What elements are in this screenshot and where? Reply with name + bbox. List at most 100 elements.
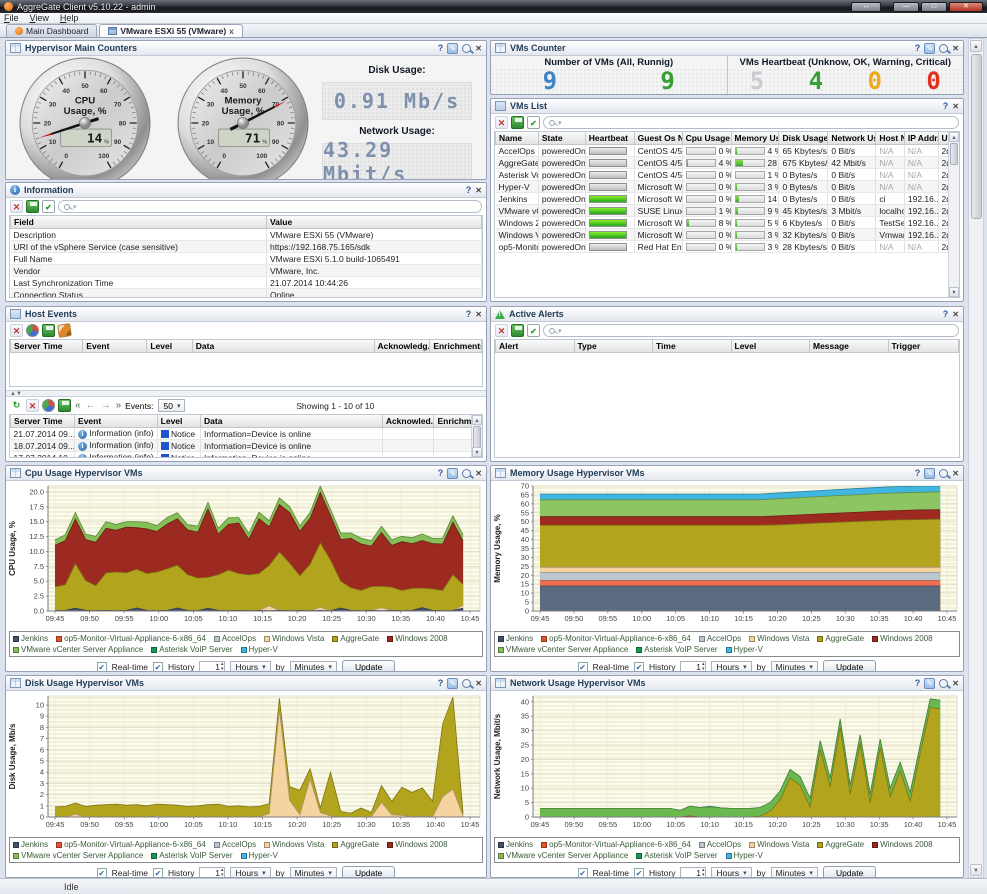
column-header[interactable]: Host Na... — [876, 132, 905, 145]
column-header[interactable]: Event — [83, 340, 147, 353]
menu-view[interactable]: View — [30, 13, 49, 23]
column-header[interactable]: Data — [192, 340, 374, 353]
minimize-button[interactable]: — — [893, 2, 919, 12]
save-icon[interactable] — [511, 116, 524, 129]
column-header[interactable]: Network Usa... — [828, 132, 876, 145]
column-header[interactable]: Event — [75, 415, 158, 428]
next-page-icon[interactable]: → — [100, 400, 112, 411]
tab-vmware-esxi[interactable]: VMware ESXi 55 (VMware) x — [99, 24, 242, 37]
subunit-select[interactable]: Minutes▾ — [290, 661, 337, 673]
chart-icon[interactable] — [42, 399, 55, 412]
column-header[interactable]: Heartbeat — [585, 132, 634, 145]
help-icon[interactable] — [438, 678, 444, 688]
realtime-checkbox[interactable] — [97, 662, 107, 672]
clear-icon[interactable] — [57, 323, 72, 338]
column-header[interactable]: Time — [653, 340, 732, 353]
search-input[interactable]: ▾ — [58, 200, 482, 213]
column-header[interactable]: Cpu Usage — [682, 132, 731, 145]
edit-icon[interactable] — [924, 678, 935, 689]
edit-icon[interactable] — [447, 43, 458, 54]
table-row[interactable]: VendorVMware, Inc. — [11, 265, 482, 277]
help-icon[interactable] — [438, 43, 444, 53]
scrollbar-thumb[interactable] — [950, 143, 958, 165]
table-row[interactable]: 18.07.2014 09...i Information (info) Not… — [11, 440, 482, 452]
split-divider[interactable]: ▲▼ — [6, 390, 486, 397]
save-icon[interactable] — [26, 200, 39, 213]
column-header[interactable]: Level — [147, 340, 192, 353]
table-row[interactable]: Windows 2008poweredOnMicrosoft Wind...8 … — [496, 217, 959, 229]
subunit-select[interactable]: Minutes▾ — [771, 867, 818, 879]
unit-select[interactable]: Hours▾ — [711, 661, 751, 673]
search-input[interactable]: ▾ — [543, 324, 959, 337]
close-icon[interactable] — [475, 678, 482, 689]
restore-arrow-button[interactable]: ↔ — [851, 2, 881, 12]
update-button[interactable]: Update — [823, 660, 876, 673]
menu-file[interactable]: File — [4, 13, 19, 23]
delete-filter-icon[interactable] — [10, 200, 23, 213]
column-header[interactable]: Memory Usa... — [731, 132, 779, 145]
last-page-icon[interactable]: » — [115, 400, 123, 411]
table-row[interactable]: URI of the vSphere Service (case sensiti… — [11, 241, 482, 253]
table-row[interactable]: Full NameVMware ESXi 5.1.0 build-1065491 — [11, 253, 482, 265]
table-scrollbar[interactable]: ▲▼ — [471, 415, 482, 457]
chart-icon[interactable] — [26, 324, 39, 337]
column-header[interactable]: Enrichments — [430, 340, 482, 353]
help-icon[interactable] — [438, 468, 444, 478]
window-scrollbar[interactable]: ▲ ▼ — [968, 38, 984, 878]
table-row[interactable]: op5-Monitor...poweredOnRed Hat Enter...0… — [496, 241, 959, 253]
column-header[interactable]: Server Time — [11, 340, 83, 353]
magnifier-icon[interactable] — [462, 44, 471, 53]
cpu-usage-chart[interactable]: 0.02.55.07.510.012.515.017.520.009:4509:… — [6, 481, 486, 630]
magnifier-icon[interactable] — [462, 679, 471, 688]
scroll-up-icon[interactable]: ▲ — [970, 40, 982, 52]
scroll-up-icon[interactable]: ▲ — [472, 415, 482, 425]
help-icon[interactable] — [466, 309, 472, 319]
unit-select[interactable]: Hours▾ — [230, 661, 270, 673]
table-row[interactable]: Windows VistapoweredOnMicrosoft Wind...0… — [496, 229, 959, 241]
refresh-icon[interactable] — [10, 399, 23, 412]
help-icon[interactable] — [915, 468, 921, 478]
table-row[interactable]: Asterisk VoI...poweredOnCentOS 4/5/6 ...… — [496, 169, 959, 181]
update-button[interactable]: Update — [342, 866, 395, 879]
history-count-input[interactable]: 1▴▾ — [680, 867, 706, 879]
column-header[interactable]: Level — [731, 340, 810, 353]
scroll-up-icon[interactable]: ▲ — [949, 132, 959, 142]
scrollbar-thumb[interactable] — [971, 54, 982, 219]
close-icon[interactable] — [952, 468, 959, 479]
network-usage-chart[interactable]: 051015202530354009:4509:5009:5510:0010:0… — [491, 691, 963, 836]
export-icon[interactable] — [527, 116, 540, 129]
column-header[interactable]: State — [538, 132, 585, 145]
edit-icon[interactable] — [447, 678, 458, 689]
history-count-input[interactable]: 1▴▾ — [199, 867, 225, 879]
column-header[interactable]: Message — [810, 340, 889, 353]
save-icon[interactable] — [511, 324, 524, 337]
table-row[interactable]: 21.07.2014 09...i Information (info) Not… — [11, 428, 482, 440]
menu-help[interactable]: Help — [60, 13, 79, 23]
column-header[interactable]: Disk Usage — [779, 132, 828, 145]
delete-filter-icon[interactable] — [26, 399, 39, 412]
delete-filter-icon[interactable] — [495, 116, 508, 129]
table-row[interactable]: VMware vCe...poweredOnSUSE Linux En...1 … — [496, 205, 959, 217]
first-page-icon[interactable]: « — [74, 400, 82, 411]
table-row[interactable]: Last Synchronization Time21.07.2014 10:4… — [11, 277, 482, 289]
table-row[interactable]: Hyper-VpoweredOnMicrosoft Wind...0 %3 %0… — [496, 181, 959, 193]
column-header[interactable]: Name — [496, 132, 539, 145]
scroll-down-icon[interactable]: ▼ — [949, 287, 959, 297]
magnifier-icon[interactable] — [939, 469, 948, 478]
realtime-checkbox[interactable] — [97, 868, 107, 878]
column-header[interactable]: Alert — [496, 340, 575, 353]
column-header[interactable]: Acknowled... — [382, 415, 434, 428]
history-checkbox[interactable] — [153, 868, 163, 878]
history-checkbox[interactable] — [634, 662, 644, 672]
column-header[interactable]: Acknowledg... — [374, 340, 430, 353]
help-icon[interactable] — [915, 678, 921, 688]
close-icon[interactable] — [952, 43, 959, 54]
column-header[interactable]: Value — [266, 216, 481, 229]
column-header[interactable]: Data — [201, 415, 383, 428]
column-header[interactable]: Guest Os Na... — [634, 132, 682, 145]
window-titlebar[interactable]: AggreGate Client v5.10.22 - admin ↔ — □ … — [0, 0, 987, 13]
subunit-select[interactable]: Minutes▾ — [771, 661, 818, 673]
column-header[interactable]: Level — [157, 415, 200, 428]
close-icon[interactable] — [475, 43, 482, 54]
scroll-down-icon[interactable]: ▼ — [970, 864, 982, 876]
